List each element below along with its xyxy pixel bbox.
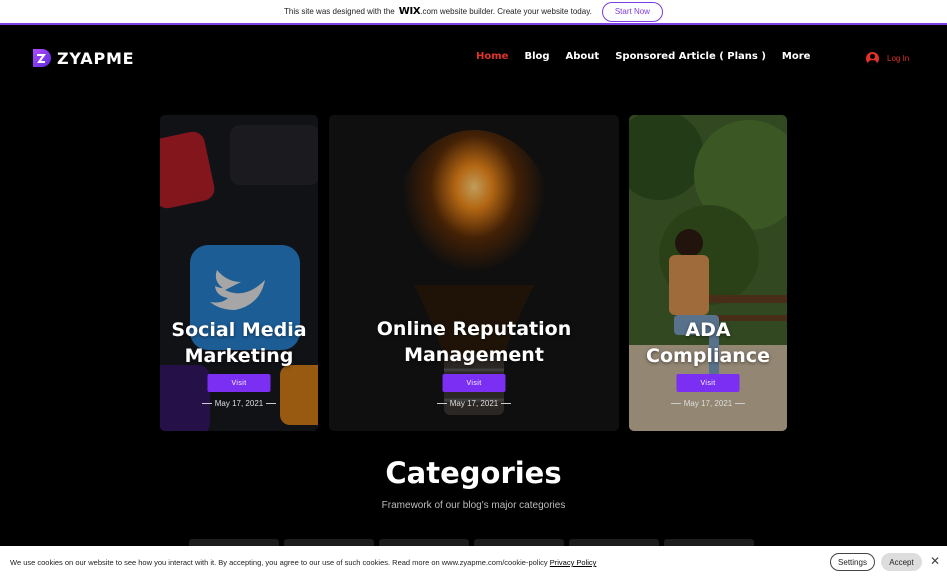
- card-title: Online Reputation Management: [329, 316, 619, 368]
- main-nav: Home Blog About Sponsored Article ( Plan…: [476, 51, 810, 62]
- wix-logo[interactable]: WIX: [399, 6, 421, 17]
- close-icon[interactable]: ✕: [930, 554, 940, 568]
- card-title: Social Media Marketing: [160, 317, 318, 369]
- card-title-line1: ADA: [685, 319, 731, 341]
- card-title-line2: Marketing: [184, 345, 294, 367]
- user-icon: [866, 52, 879, 65]
- visit-button[interactable]: Visit: [442, 374, 506, 392]
- card-title-line1: Online Reputation: [376, 318, 572, 340]
- nav-item-blog[interactable]: Blog: [524, 51, 549, 62]
- card-ada-compliance[interactable]: ADA Compliance Visit May 17, 2021: [629, 115, 787, 431]
- card-date: May 17, 2021: [160, 399, 318, 408]
- cookie-settings-button[interactable]: Settings: [830, 553, 875, 571]
- card-social-media[interactable]: Social Media Marketing Visit May 17, 202…: [160, 115, 318, 431]
- card-title-line2: Management: [404, 344, 544, 366]
- visit-button[interactable]: Visit: [676, 374, 740, 392]
- logo-text: ZYAPME: [57, 48, 135, 68]
- wix-banner: This site was designed with the WIX .com …: [0, 0, 947, 25]
- start-now-button[interactable]: Start Now: [601, 1, 663, 22]
- cookie-banner: We use cookies on our website to see how…: [0, 546, 947, 579]
- nav-item-more[interactable]: More: [782, 51, 811, 62]
- nav-item-sponsored[interactable]: Sponsored Article ( Plans ): [615, 51, 766, 62]
- card-date: May 17, 2021: [329, 399, 619, 408]
- wix-banner-text-after: .com website builder. Create your websit…: [420, 7, 592, 16]
- card-title: ADA Compliance: [629, 317, 787, 369]
- cookie-accept-button[interactable]: Accept: [881, 553, 922, 571]
- categories-title: Categories: [385, 456, 562, 490]
- cookie-message: We use cookies on our website to see how…: [10, 558, 596, 567]
- site-logo[interactable]: ZYAPME: [31, 48, 134, 68]
- visit-button[interactable]: Visit: [207, 374, 271, 392]
- card-title-line2: Compliance: [646, 345, 770, 367]
- privacy-policy-link[interactable]: Privacy Policy: [550, 558, 597, 567]
- cookie-message-text: We use cookies on our website to see how…: [10, 558, 548, 567]
- card-title-line1: Social Media: [171, 319, 307, 341]
- nav-item-home[interactable]: Home: [476, 51, 508, 62]
- site-header: ZYAPME Home Blog About Sponsored Article…: [0, 27, 947, 87]
- login-label: Log In: [887, 54, 910, 63]
- nav-item-about[interactable]: About: [566, 51, 600, 62]
- zyapme-logo-icon: [31, 48, 51, 68]
- card-online-reputation[interactable]: Online Reputation Management Visit May 1…: [329, 115, 619, 431]
- wix-banner-text: This site was designed with the: [284, 7, 395, 16]
- card-date: May 17, 2021: [629, 399, 787, 408]
- login-button[interactable]: Log In: [866, 52, 909, 65]
- categories-subtitle: Framework of our blog's major categories: [381, 500, 566, 511]
